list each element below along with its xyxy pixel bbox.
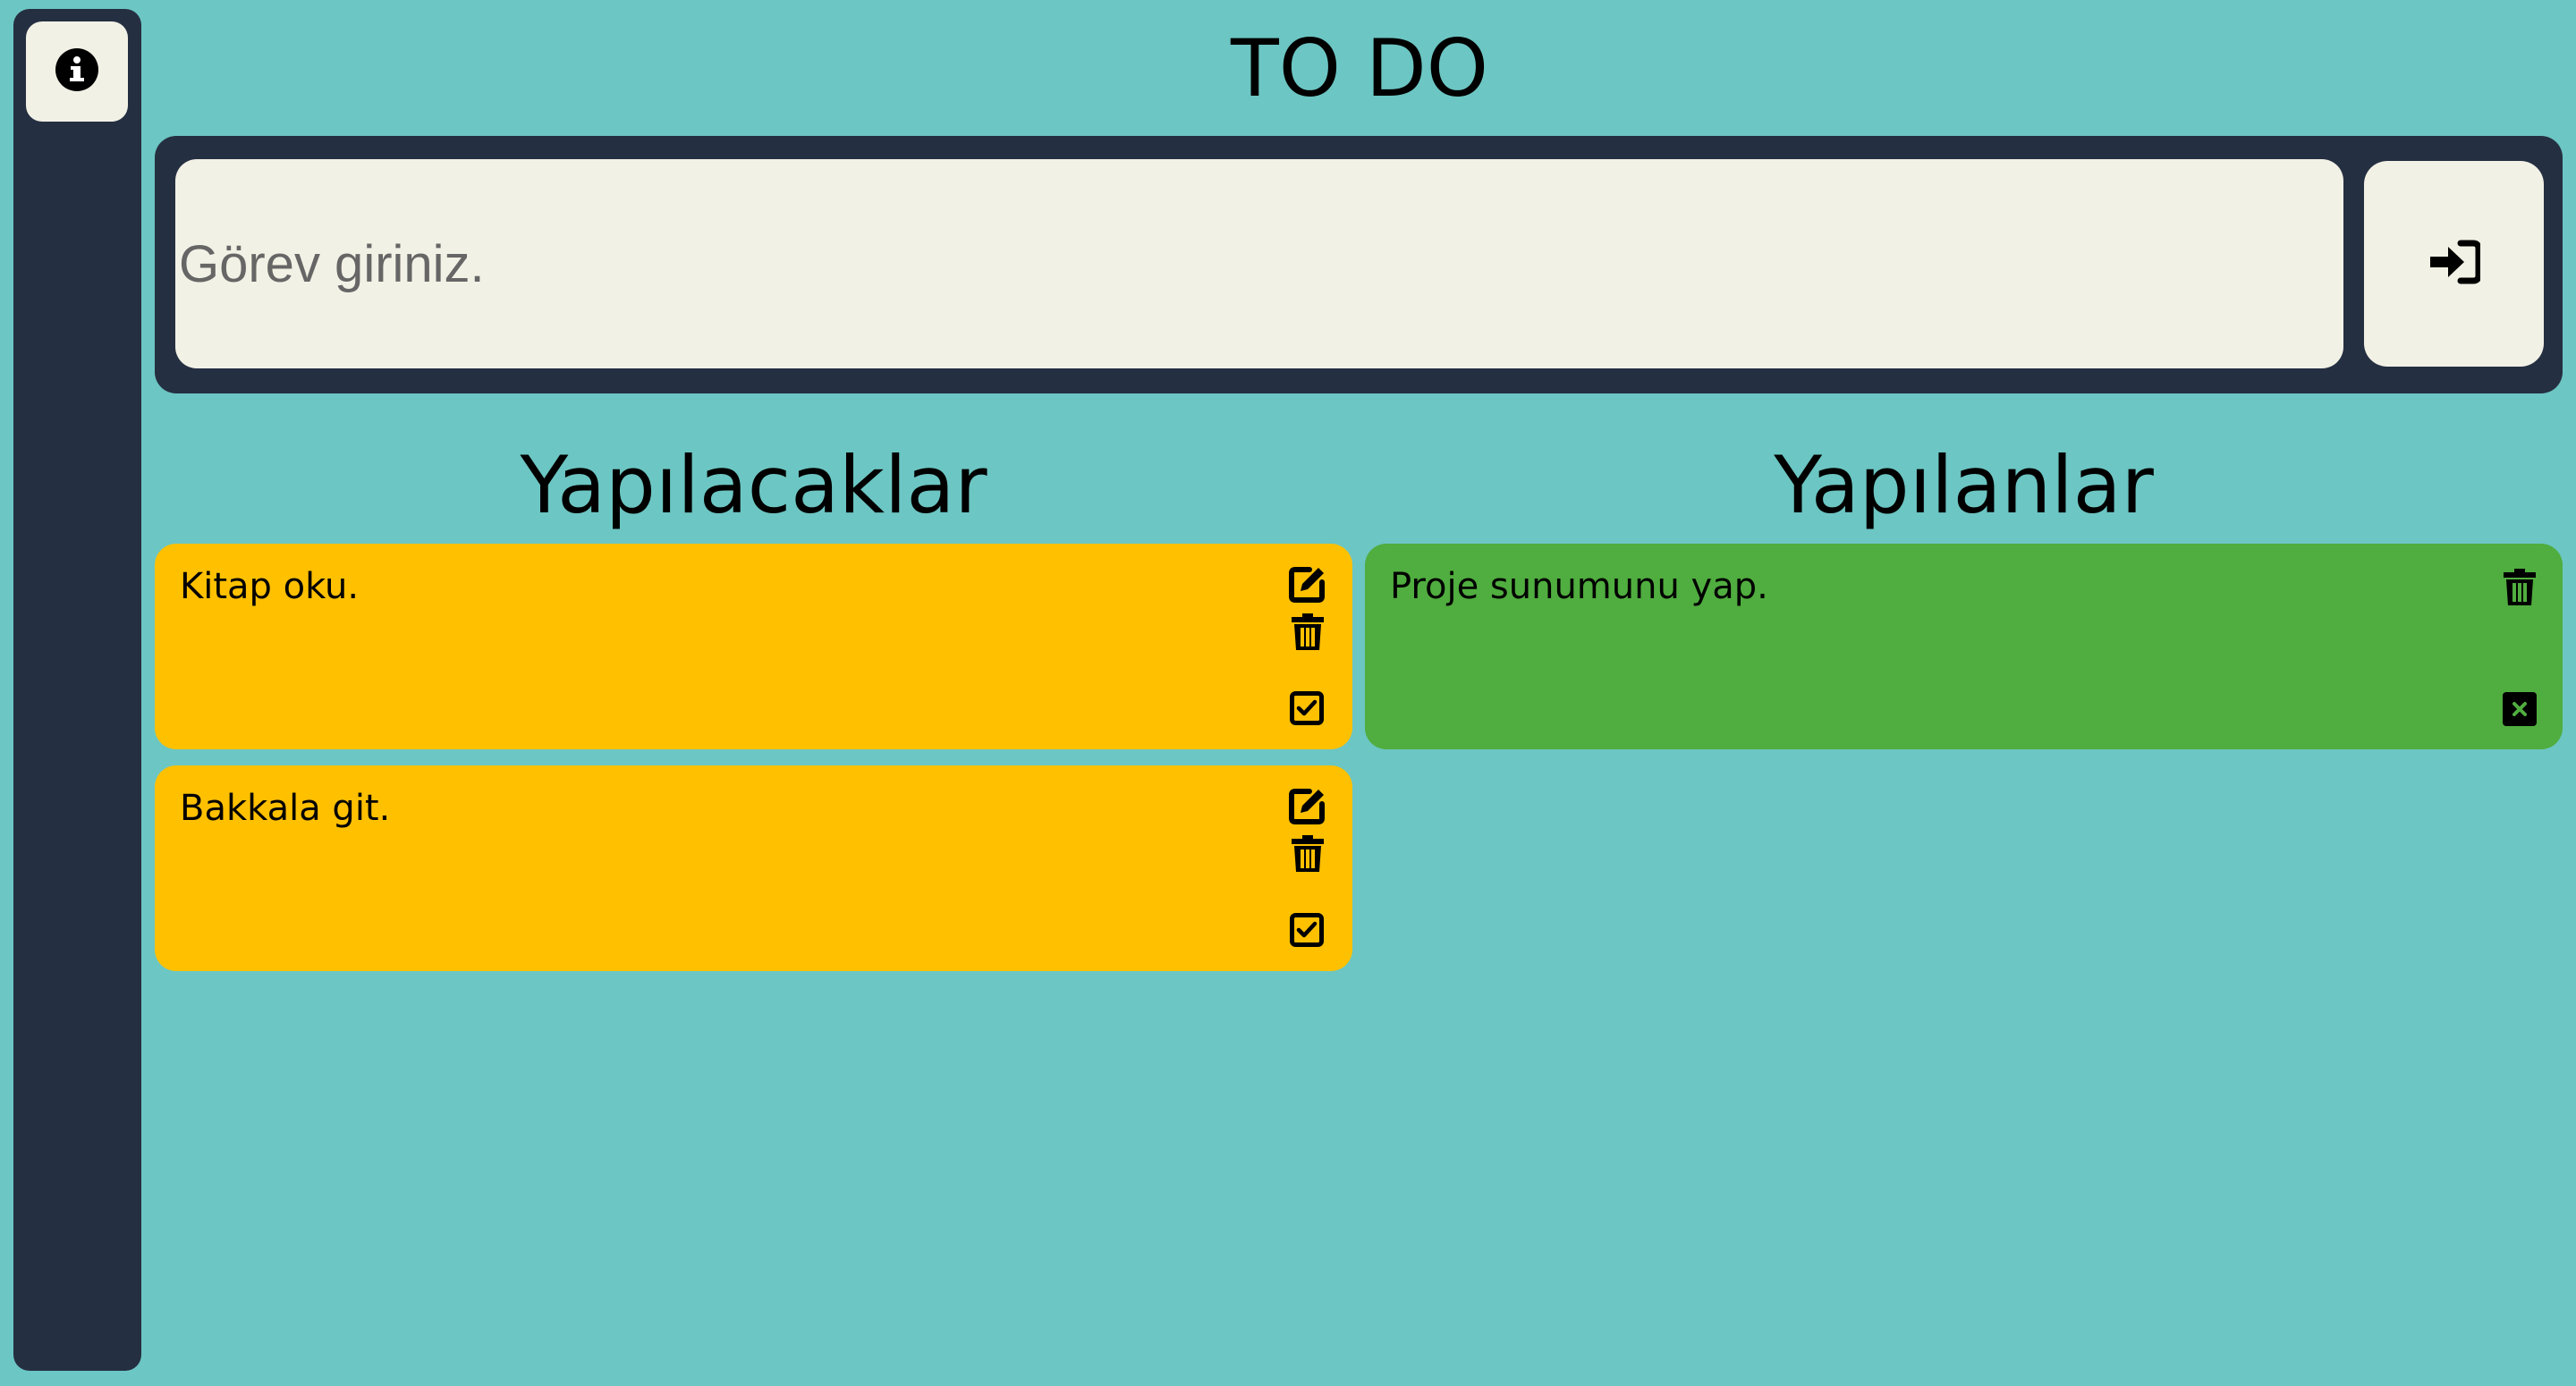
task-input-bar <box>155 136 2563 393</box>
undo-x-box-icon[interactable] <box>2501 690 2538 728</box>
complete-checkbox-icon[interactable] <box>1287 910 1326 950</box>
trash-icon[interactable] <box>1289 833 1326 875</box>
todo-card-text: Bakkala git. <box>180 788 391 829</box>
trash-icon[interactable] <box>2501 567 2538 608</box>
todo-card-text: Kitap oku. <box>180 566 360 607</box>
complete-checkbox-icon[interactable] <box>1287 689 1326 728</box>
edit-icon[interactable] <box>1287 785 1328 826</box>
done-card-text: Proje sunumunu yap. <box>1390 566 1768 607</box>
add-task-button[interactable] <box>2364 161 2544 367</box>
done-card: Proje sunumunu yap. <box>1365 544 2563 749</box>
todo-card: Bakkala git. <box>155 765 1352 971</box>
sign-in-arrow-icon <box>2428 240 2481 288</box>
todo-card: Kitap oku. <box>155 544 1352 749</box>
page-title: TO DO <box>1230 22 1489 114</box>
info-button[interactable] <box>26 21 128 122</box>
done-heading: Yapılanlar <box>1774 439 2154 531</box>
info-circle-icon <box>55 47 99 96</box>
todo-heading: Yapılacaklar <box>520 439 987 531</box>
sidebar <box>13 9 141 1371</box>
edit-icon[interactable] <box>1287 563 1328 604</box>
trash-icon[interactable] <box>1289 612 1326 653</box>
task-input[interactable] <box>175 159 2343 368</box>
